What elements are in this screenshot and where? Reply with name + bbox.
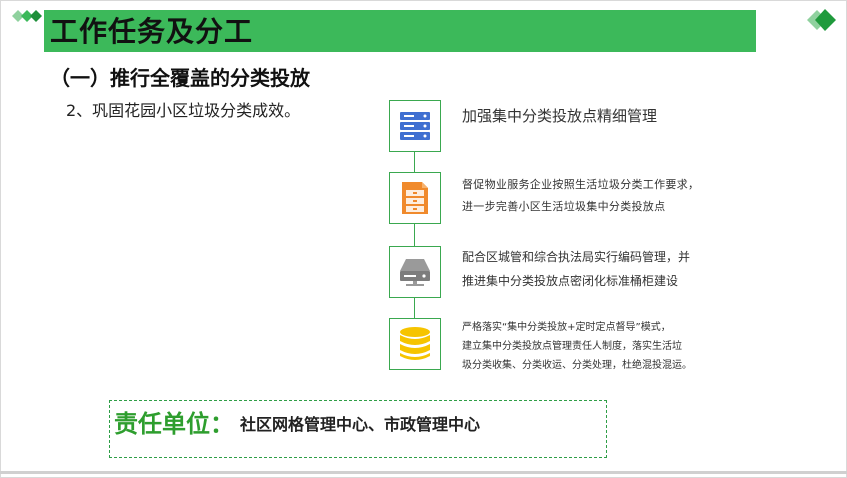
timeline-icon-box bbox=[389, 172, 441, 224]
timeline-item-text: 配合区城管和综合执法局实行编码管理，并 推进集中分类投放点密闭化标准桶柜建设 bbox=[462, 245, 690, 293]
timeline-item-text: 加强集中分类投放点精细管理 bbox=[462, 105, 657, 127]
responsibility-label: 责任单位： bbox=[114, 410, 234, 438]
text-line: 推进集中分类投放点密闭化标准桶柜建设 bbox=[462, 274, 679, 288]
timeline-connector bbox=[414, 152, 415, 172]
timeline-icon-box bbox=[389, 100, 441, 152]
text-line: 建立集中分类投放点管理责任人制度，落实生活垃 bbox=[462, 341, 682, 352]
bottom-divider bbox=[0, 471, 847, 474]
section-subheading: 2、巩固花园小区垃圾分类成效。 bbox=[66, 101, 301, 120]
responsibility-value: 社区网格管理中心、市政管理中心 bbox=[240, 415, 481, 434]
text-line: 圾分类收集、分类收运、分类处理，杜绝混投混运。 bbox=[462, 360, 692, 371]
section-heading: （一）推行全覆盖的分类投放 bbox=[50, 66, 310, 90]
text-line: 配合区城管和综合执法局实行编码管理，并 bbox=[462, 250, 691, 264]
timeline-connector bbox=[414, 224, 415, 246]
timeline-item-text: 严格落实“集中分类投放+定时定点督导”模式， 建立集中分类投放点管理责任人制度，… bbox=[462, 318, 692, 375]
server-stack-icon bbox=[400, 112, 430, 140]
text-line: 督促物业服务企业按照生活垃圾分类工作要求， bbox=[462, 178, 700, 191]
storage-drive-icon bbox=[400, 259, 430, 286]
diamond-decoration-icon bbox=[807, 9, 836, 31]
file-cabinet-icon bbox=[402, 182, 428, 214]
timeline-icon-box bbox=[389, 318, 441, 370]
timeline-item-text: 督促物业服务企业按照生活垃圾分类工作要求， 进一步完善小区生活垃圾集中分类投放点 bbox=[462, 174, 699, 218]
database-icon bbox=[400, 327, 430, 360]
text-line: 严格落实“集中分类投放+定时定点督导”模式， bbox=[462, 322, 671, 333]
timeline-icon-box bbox=[389, 246, 441, 298]
diamond-decoration-icon bbox=[12, 10, 42, 22]
text-line: 进一步完善小区生活垃圾集中分类投放点 bbox=[462, 200, 666, 213]
text-line: 加强集中分类投放点精细管理 bbox=[462, 107, 658, 125]
page-title: 工作任务及分工 bbox=[50, 15, 254, 48]
timeline-connector bbox=[414, 298, 415, 318]
